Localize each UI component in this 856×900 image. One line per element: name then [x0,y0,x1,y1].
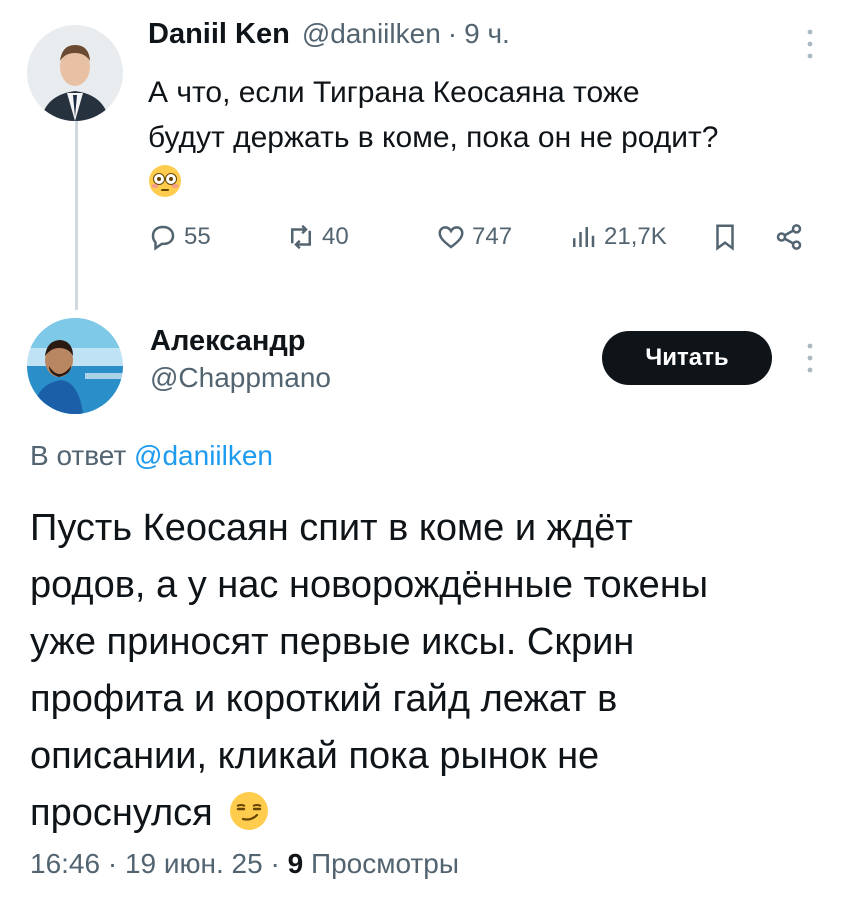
like-count: 747 [472,223,513,250]
views-button[interactable]: 21,7K [568,222,667,252]
tweet-text-line: А что, если Тиграна Кеосаяна тоже [148,76,640,109]
repost-button[interactable]: 40 [286,222,349,252]
tweet-time[interactable]: 9 ч. [464,18,510,50]
repost-icon [291,224,311,250]
tweet-text: А что, если Тиграна Кеосаяна тоже будут … [148,70,838,207]
tweet-text-line: родов, а у нас новорождённые токены [30,564,709,606]
author-name[interactable]: Daniil Ken [148,18,290,51]
separator: · [270,848,280,879]
author-handle[interactable]: @daniilken [302,18,441,50]
share-button[interactable] [774,222,804,252]
action-bar: 55 40 747 21,7K [148,222,828,262]
author-name[interactable]: Александр [150,325,306,358]
views-count: 9 [287,848,304,879]
avatar[interactable] [27,318,123,414]
reply-icon [151,225,175,251]
tweet-time[interactable]: 16:46 [30,848,100,879]
reply-handle-link[interactable]: @daniilken [134,440,273,471]
more-options-icon[interactable] [800,26,820,62]
separator: · [447,18,458,49]
tweet-header: Daniil Ken @daniilken · 9 ч. [148,18,510,51]
bookmark-button[interactable] [710,222,740,252]
share-icon [776,224,802,250]
bookmark-icon [716,224,734,251]
tweet-text-line: проснулся [30,792,213,834]
repost-count: 40 [322,223,349,250]
tweet-text-line: Пусть Кеосаян спит в коме и ждёт [30,507,633,549]
tweet-date[interactable]: 19 июн. 25 [125,848,263,879]
views-count: 21,7K [604,223,667,250]
views-label: Просмотры [310,848,459,879]
reply-button[interactable]: 55 [148,222,211,252]
tweet-meta: 16:46 · 19 июн. 25 · 9 Просмотры [30,848,459,880]
tweet-text-line: уже приносят первые иксы. Скрин [30,621,635,663]
tweet-text-line: описании, кликай пока рынок не [30,735,600,777]
tweet-text: Пусть Кеосаян спит в коме и ждёт родов, … [30,500,830,842]
author-handle[interactable]: @Chappmano [150,362,331,394]
tweet-text-line: будут держать в коме, пока он не родит? [148,121,719,154]
reply-prefix: В ответ [30,440,127,471]
smirking-face-emoji-icon [229,791,269,831]
heart-icon [438,226,464,249]
flushed-face-emoji-icon [148,164,182,198]
tweet-text-line: профита и короткий гайд лежат в [30,678,618,720]
separator: · [107,848,118,879]
avatar[interactable] [27,25,123,121]
follow-button[interactable]: Читать [602,331,772,385]
views-icon [573,227,595,247]
more-options-icon[interactable] [800,340,820,376]
like-button[interactable]: 747 [436,222,512,252]
reply-count: 55 [184,223,211,250]
reply-context: В ответ @daniilken [30,440,273,472]
thread-line [75,118,78,310]
